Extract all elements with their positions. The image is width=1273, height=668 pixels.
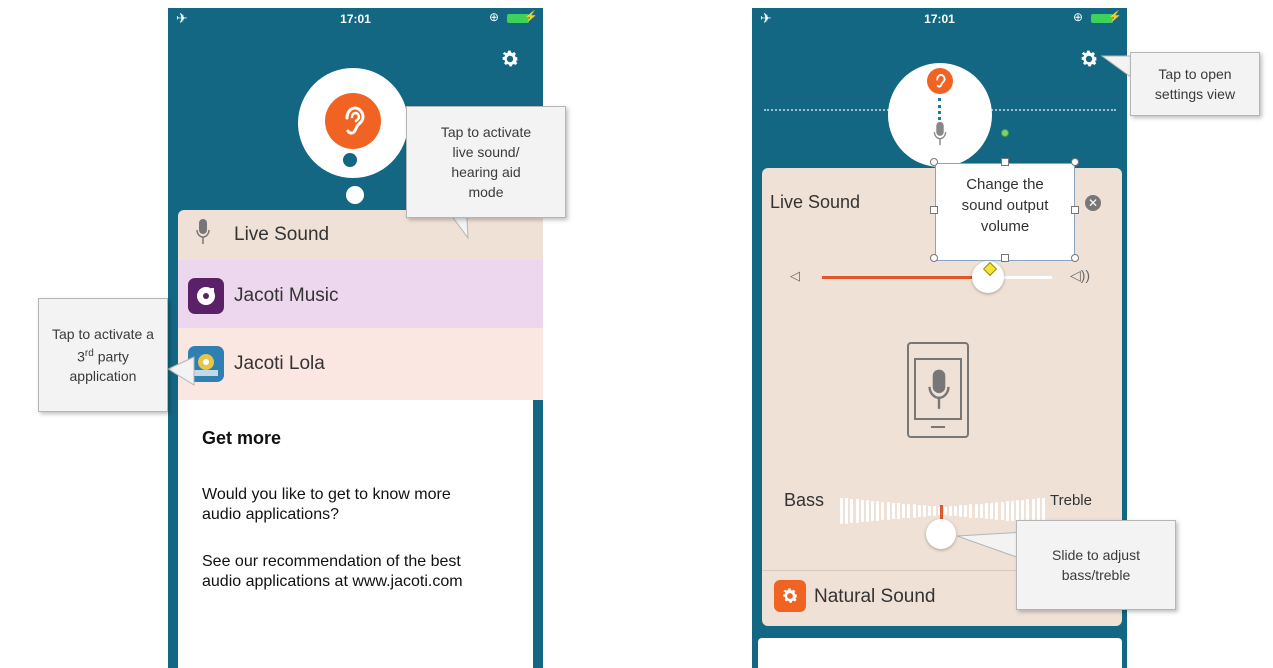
jacoti-lola-label: Jacoti Lola [234,353,325,374]
eq-bar [845,498,849,524]
eq-bar [891,502,895,520]
status-time: 17:01 [340,12,371,26]
callout-line: Slide to adjust [1052,547,1140,563]
callout-line: application [69,368,137,385]
bottom-card [758,638,1122,668]
eq-bar [902,503,906,519]
eq-bar [871,500,875,522]
eq-bar [943,506,947,516]
third-party-callout: Tap to activate a 3rd party application [38,298,168,412]
settings-callout: Tap to open settings view [1130,52,1260,116]
connector-notch [343,153,357,167]
callout-line-part: 3 [77,348,85,365]
eq-bar [896,503,900,519]
callout-line: Tap to activate a [52,325,154,342]
eq-bar [886,502,890,520]
callout-line: mode [468,184,504,200]
eq-bar [1005,501,1009,521]
eq-bar [985,503,989,519]
eq-bar [948,506,952,516]
get-more-text-1-line-2: audio applications? [202,506,339,523]
callout-line: 3rd party [52,344,154,367]
eq-bar [881,501,885,521]
natural-sound-icon[interactable] [774,580,806,612]
eq-bar [855,499,859,523]
get-more-text-2-line-1: See our recommendation of the best [202,553,461,570]
eq-bar [995,502,999,520]
eq-bar [876,501,880,521]
callout-superscript: rd [84,347,94,359]
callout-tail [166,356,195,386]
textbox-line-2: sound output [961,197,1049,214]
textbox-line-1: Change the [966,176,1044,193]
resize-handle [1001,254,1009,262]
status-bar: ✈ 17:01 ⊕ ⚡ [168,8,543,30]
callout-line: hearing aid [451,164,521,180]
callout-line: settings view [1154,86,1236,102]
live-sound-callout: Tap to activate live sound/ hearing aid … [406,106,566,218]
resize-handle [930,158,938,166]
eq-bar [969,504,973,518]
bass-treble-callout: Slide to adjust bass/treble [1016,520,1176,610]
eq-bar [953,505,957,517]
jacoti-music-row[interactable]: Jacoti Music [178,260,543,332]
connector-dot [346,186,364,204]
jacoti-music-label: Jacoti Music [234,285,339,306]
eq-bar [907,504,911,518]
get-more-text-1: Would you like to get to know more audio… [202,485,451,525]
eq-bar [933,506,937,516]
resize-handle [1071,254,1079,262]
eq-bar [850,498,854,524]
eq-bar [912,504,916,518]
eq-bar [860,499,864,523]
eq-bar [928,505,932,517]
callout-line: bass/treble [1061,567,1131,583]
rotate-handle [1001,129,1009,137]
textbox-line-3: volume [980,218,1030,235]
callout-line: live sound/ [452,144,520,160]
get-more-text-2: See our recommendation of the best audio… [202,552,463,592]
natural-sound-label[interactable]: Natural Sound [814,586,935,608]
callout-line: Tap to activate [440,124,532,140]
callout-line: Tap to open [1158,66,1232,82]
get-more-text-1-line-1: Would you like to get to know more [202,486,451,503]
volume-annotation-textbox: Change the sound output volume [935,163,1075,261]
eq-bar [979,503,983,519]
settings-gear-icon[interactable] [499,48,521,70]
bass-treble-knob[interactable] [926,519,956,549]
eq-bar [974,504,978,518]
callout-line-part: party [93,348,129,365]
resize-handle [1001,158,1009,166]
eq-bar [1000,501,1004,521]
eq-bar [922,505,926,517]
hearing-aid-button[interactable] [325,93,381,149]
eq-bar [840,498,843,524]
microphone-icon [196,218,210,252]
resize-handle [1071,158,1079,166]
ear-icon [345,106,365,135]
eq-bar [964,504,968,518]
resize-handle [930,206,938,214]
callout-tail [956,531,1026,561]
eq-bar [1016,500,1020,522]
eq-bar [1021,499,1025,523]
eq-bar [917,504,921,518]
get-more-text-2-line-2[interactable]: audio applications at www.jacoti.com [202,572,463,592]
rotation-lock-icon: ⊕ [488,10,499,24]
live-sound-label: Live Sound [234,224,330,245]
resize-handle [1071,206,1079,214]
jacoti-lola-row[interactable]: Jacoti Lola [178,328,543,400]
jacoti-music-icon [188,278,224,314]
eq-bar [990,502,994,520]
resize-handle [930,254,938,262]
charging-icon: ⚡ [524,11,538,23]
eq-bar [959,505,963,517]
eq-bar [865,500,869,522]
eq-bar [1010,500,1014,522]
get-more-title: Get more [202,428,282,448]
